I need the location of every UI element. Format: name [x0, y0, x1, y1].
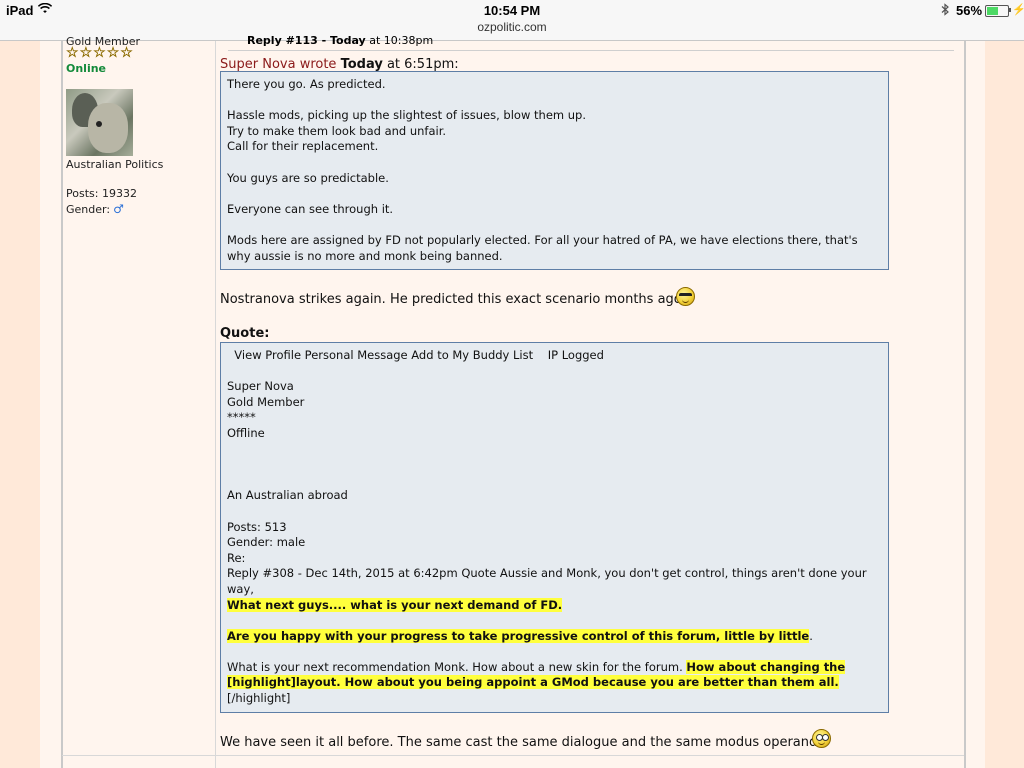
- quoted-status: Offline: [227, 425, 265, 440]
- smile-shape: [818, 741, 825, 745]
- quote-line: Hassle mods, picking up the slightest of…: [227, 108, 586, 123]
- ios-status-bar: iPad 10:54 PM ozpolitic.com 56% ⚡: [0, 0, 1024, 41]
- star-icon: ☆: [93, 45, 106, 61]
- online-status: Online: [66, 62, 107, 75]
- quoted-highlight-line: Are you happy with your progress to take…: [227, 628, 882, 645]
- address-bar-url[interactable]: ozpolitic.com: [0, 20, 1024, 34]
- quote-box: There you go. As predicted. Hassle mods,…: [220, 71, 889, 270]
- frame-border-right: [964, 41, 966, 768]
- star-icon: ☆: [66, 45, 79, 61]
- quote-day: Today: [340, 57, 383, 72]
- smile-shape: [682, 299, 689, 303]
- column-divider: [215, 41, 216, 768]
- quoted-location: An Australian abroad: [227, 488, 348, 503]
- quoted-posts: Posts: 513: [227, 519, 287, 534]
- post-text: We have seen it all before. The same cas…: [220, 735, 825, 750]
- quote-blank: [227, 364, 882, 380]
- quote-blank: [227, 155, 882, 171]
- highlight-text: [highlight]layout. How about you being a…: [227, 675, 839, 690]
- quoted-recommendation-end: [/highlight]: [227, 691, 291, 706]
- recommendation-text: What is your next recommendation Monk. H…: [227, 659, 687, 674]
- quote-blank: [227, 504, 882, 520]
- highlight-tail: .: [809, 628, 813, 643]
- quote-blank: [227, 93, 882, 109]
- quote-blank: [227, 473, 882, 489]
- quoted-re: Re:: [227, 550, 246, 565]
- avatar-face: [88, 103, 128, 153]
- header-divider: [228, 50, 954, 51]
- quoted-stars: *****: [227, 410, 256, 425]
- quoted-reply-line: way,: [227, 581, 254, 596]
- frame-border-left: [61, 41, 63, 768]
- quoted-rank: Gold Member: [227, 394, 305, 409]
- quote-line: Try to make them look bad and unfair.: [227, 123, 447, 138]
- quote-blank: [227, 457, 882, 473]
- quote-header: Super Nova wrote Today at 6:51pm:: [220, 57, 459, 72]
- quoted-gender: Gender: male: [227, 535, 306, 550]
- quoted-profile-links: View Profile Personal Message Add to My …: [227, 348, 604, 362]
- reply-time: at 10:38pm: [365, 34, 434, 47]
- rank-stars: ☆ ☆ ☆ ☆ ☆: [66, 45, 133, 61]
- quote-line: There you go. As predicted.: [227, 77, 386, 91]
- post-bottom-divider: [62, 755, 964, 756]
- bluetooth-icon: [941, 3, 949, 16]
- member-location: Australian Politics: [66, 158, 164, 171]
- quote-blank: [227, 442, 882, 458]
- avatar[interactable]: [66, 89, 133, 156]
- post-text: Nostranova strikes again. He predicted t…: [220, 292, 686, 307]
- quoted-recommendation-line: [highlight]layout. How about you being a…: [227, 675, 882, 691]
- clock: 10:54 PM: [483, 3, 541, 18]
- star-icon: ☆: [120, 45, 133, 61]
- quote-blank: [227, 217, 882, 233]
- highlight-text: Are you happy with your progress to take…: [227, 628, 810, 643]
- quote-blank: [227, 644, 882, 660]
- gender-row: Gender: ♂: [66, 202, 124, 216]
- quote-label: Quote:: [220, 326, 270, 341]
- star-icon: ☆: [79, 45, 93, 61]
- rolleyes-smiley-icon: [812, 729, 831, 748]
- quoted-highlight-line: What next guys.... what is your next dem…: [227, 597, 882, 614]
- quote-line: Call for their replacement.: [227, 139, 379, 154]
- battery-nub: [1009, 8, 1011, 12]
- charging-bolt-icon: ⚡: [1012, 4, 1024, 16]
- star-icon: ☆: [106, 45, 120, 61]
- battery-icon: [985, 5, 1009, 17]
- quote-line: Mods here are assigned by FD not popular…: [227, 232, 858, 247]
- quote-blank: [227, 613, 882, 629]
- quoted-name: Super Nova: [227, 379, 294, 394]
- battery-percent: 56%: [956, 3, 983, 18]
- smiley-eye: [822, 734, 829, 741]
- quote-time: at 6:51pm:: [382, 57, 459, 72]
- highlight-text: What next guys.... what is your next dem…: [227, 597, 563, 612]
- male-symbol-icon: ♂: [113, 202, 124, 216]
- cool-smiley-icon: [676, 287, 695, 306]
- gender-label: Gender:: [66, 203, 111, 216]
- reply-number[interactable]: Reply #113 - Today: [247, 34, 366, 47]
- avatar-eye: [96, 121, 102, 127]
- quote-line: why aussie is no more and monk being ban…: [227, 248, 503, 263]
- battery-level-fill: [987, 7, 999, 15]
- quote-line: You guys are so predictable.: [227, 170, 389, 185]
- quote-box-nested: View Profile Personal Message Add to My …: [220, 342, 889, 713]
- reply-header: Reply #113 - Today at 10:38pm: [247, 34, 433, 47]
- highlight-text: How about changing the: [686, 659, 846, 674]
- quote-author-link[interactable]: Super Nova wrote: [220, 57, 336, 72]
- quote-line: Everyone can see through it.: [227, 201, 394, 216]
- quoted-reply-line: Reply #308 - Dec 14th, 2015 at 6:42pm Qu…: [227, 566, 867, 581]
- post-count: Posts: 19332: [66, 187, 137, 200]
- quote-blank: [227, 186, 882, 202]
- quoted-recommendation-line: What is your next recommendation Monk. H…: [227, 659, 882, 676]
